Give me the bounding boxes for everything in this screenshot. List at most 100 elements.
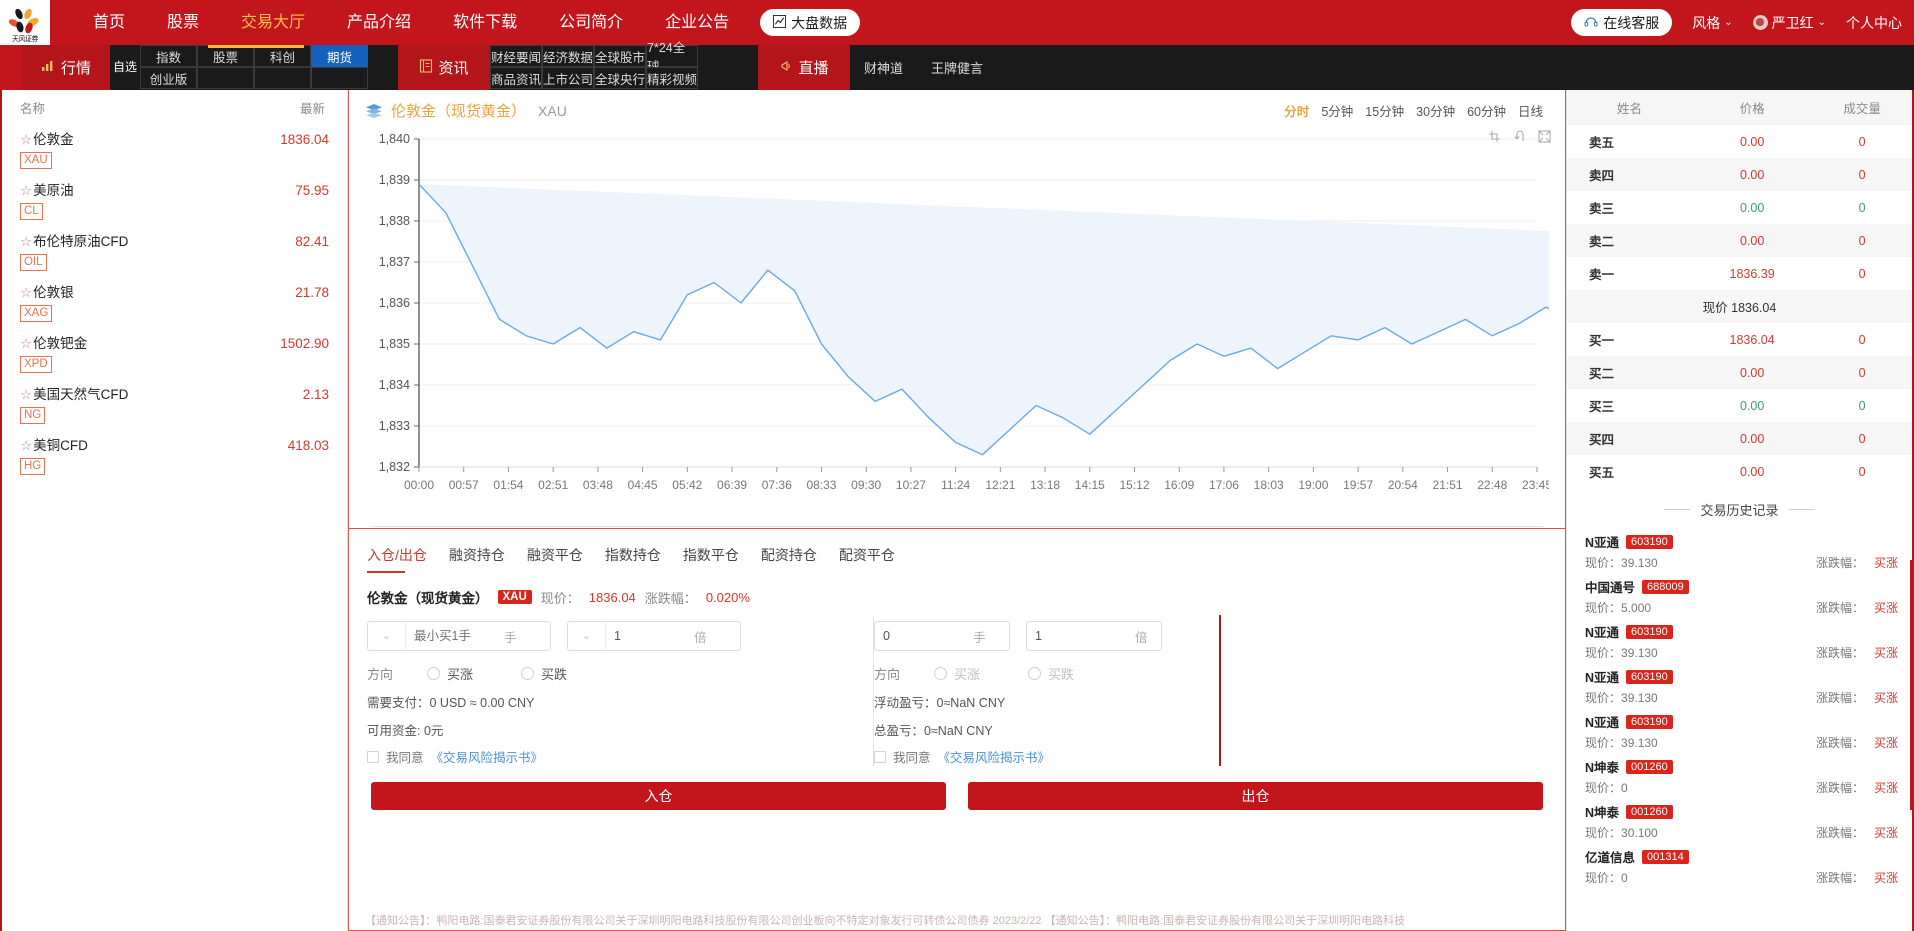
history-buy-button[interactable]: 买涨 <box>1874 779 1898 796</box>
list-item[interactable]: 亿道信息001314 现价：0涨跌幅：买涨 <box>1567 844 1912 889</box>
entry-radio-short[interactable]: 买跌 <box>521 664 567 683</box>
interval-60min[interactable]: 60分钟 <box>1467 101 1506 120</box>
star-icon[interactable]: ☆ <box>20 336 32 351</box>
table-row[interactable]: 卖四 0.00 0 <box>1567 158 1912 191</box>
chart-canvas[interactable]: 1,8401,8391,8381,8371,8361,8351,8341,833… <box>349 121 1565 518</box>
tab-alloc-close[interactable]: 配资平仓 <box>839 539 917 575</box>
checkbox-icon[interactable] <box>874 751 886 763</box>
style-selector[interactable]: 风格 ⌄ <box>1692 13 1732 33</box>
nav-item-products[interactable]: 产品介绍 <box>326 0 432 45</box>
list-item[interactable]: N坤泰001260 现价：30.100涨跌幅：买涨 <box>1567 799 1912 844</box>
user-menu[interactable]: 严卫红 ⌄ <box>1753 13 1826 33</box>
entry-leverage-input[interactable] <box>606 622 694 650</box>
news-tab-listed-companies[interactable]: 上市公司 <box>542 67 594 89</box>
table-row[interactable]: 买三 0.00 0 <box>1567 389 1912 422</box>
history-buy-button[interactable]: 买涨 <box>1874 644 1898 661</box>
tab-in-out[interactable]: 入仓/出仓 <box>367 539 449 575</box>
live-tab[interactable]: 直播 <box>758 45 850 90</box>
news-tab-videos[interactable]: 精彩视频 <box>646 67 698 89</box>
news-tab-7x24[interactable]: 7*24全球 <box>646 45 698 67</box>
online-service-button[interactable]: 在线客服 <box>1571 9 1672 36</box>
list-item[interactable]: N亚通603190 现价：39.130涨跌幅：买涨 <box>1567 709 1912 754</box>
list-item[interactable]: N亚通603190 现价：39.130涨跌幅：买涨 <box>1567 664 1912 709</box>
table-row[interactable]: 卖三 0.00 0 <box>1567 191 1912 224</box>
watchlist-tab[interactable]: 自选 <box>110 45 140 90</box>
table-row[interactable]: 卖一 1836.39 0 <box>1567 257 1912 290</box>
star-icon[interactable]: ☆ <box>20 132 32 147</box>
star-icon[interactable]: ☆ <box>20 438 32 453</box>
table-row[interactable]: 卖二 0.00 0 <box>1567 224 1912 257</box>
list-item[interactable]: N亚通603190 现价：39.130涨跌幅：买涨 <box>1567 619 1912 664</box>
list-item[interactable]: N亚通603190 现价：39.130涨跌幅：买涨 <box>1567 529 1912 574</box>
tab-index-position[interactable]: 指数持仓 <box>605 539 683 575</box>
tab-margin-close[interactable]: 融资平仓 <box>527 539 605 575</box>
watchlist-row[interactable]: ☆美原油 75.95 CL <box>2 173 347 224</box>
nav-item-trading-hall[interactable]: 交易大厅 <box>220 0 326 45</box>
table-row[interactable]: 买一 1836.04 0 <box>1567 323 1912 356</box>
news-tab-economy[interactable]: 经济数据 <box>542 45 594 67</box>
news-tab[interactable]: 资讯 <box>398 45 490 90</box>
table-row[interactable]: 买二 0.00 0 <box>1567 356 1912 389</box>
tab-alloc-position[interactable]: 配资持仓 <box>761 539 839 575</box>
interval-5min[interactable]: 5分钟 <box>1321 101 1353 120</box>
exit-leverage-input[interactable] <box>1027 622 1135 650</box>
exit-radio-short[interactable]: 买跌 <box>1028 664 1074 683</box>
chevron-down-icon[interactable]: ⌄ <box>568 622 606 650</box>
tab-index-close[interactable]: 指数平仓 <box>683 539 761 575</box>
star-icon[interactable]: ☆ <box>20 234 32 249</box>
watchlist-row[interactable]: ☆伦敦钯金 1502.90 XPD <box>2 326 347 377</box>
interval-daily[interactable]: 日线 <box>1518 101 1543 120</box>
star-icon[interactable]: ☆ <box>20 285 32 300</box>
watchlist-row[interactable]: ☆美铜CFD 418.03 HG <box>2 428 347 479</box>
market-tab-chinext[interactable]: 创业版 <box>140 67 197 89</box>
interval-15min[interactable]: 15分钟 <box>1365 101 1404 120</box>
exit-qty-input[interactable] <box>875 622 973 650</box>
watchlist-row[interactable]: ☆伦敦银 21.78 XAG <box>2 275 347 326</box>
star-icon[interactable]: ☆ <box>20 183 32 198</box>
interval-fenshi[interactable]: 分时 <box>1284 101 1309 120</box>
submit-entry-button[interactable]: 入仓 <box>371 782 946 810</box>
market-tab-star[interactable]: 科创 <box>254 45 311 67</box>
news-tab-finance[interactable]: 财经要闻 <box>490 45 542 67</box>
history-buy-button[interactable]: 买涨 <box>1874 554 1898 571</box>
entry-radio-long[interactable]: 买涨 <box>427 664 473 683</box>
exit-agree-link[interactable]: 《交易风险揭示书》 <box>938 747 1051 766</box>
market-tab-futures[interactable]: 期货 <box>311 45 368 67</box>
history-buy-button[interactable]: 买涨 <box>1874 599 1898 616</box>
quotes-tab[interactable]: 行情 <box>22 45 110 90</box>
entry-qty-input[interactable] <box>406 622 504 650</box>
history-buy-button[interactable]: 买涨 <box>1874 689 1898 706</box>
nav-item-downloads[interactable]: 软件下载 <box>432 0 538 45</box>
history-buy-button[interactable]: 买涨 <box>1874 824 1898 841</box>
history-buy-button[interactable]: 买涨 <box>1874 869 1898 886</box>
nav-item-about[interactable]: 公司简介 <box>538 0 644 45</box>
scrollbar-track[interactable] <box>1910 560 1914 810</box>
exit-radio-long[interactable]: 买涨 <box>934 664 980 683</box>
watchlist-row[interactable]: ☆伦敦金 1836.04 XAU <box>2 122 347 173</box>
personal-center-link[interactable]: 个人中心 <box>1846 13 1902 33</box>
nav-item-home[interactable]: 首页 <box>72 0 146 45</box>
tab-margin-position[interactable]: 融资持仓 <box>449 539 527 575</box>
extra-tab-wangpaijianyan[interactable]: 王牌健言 <box>917 45 997 90</box>
crop-icon[interactable] <box>1488 130 1501 146</box>
watchlist-row[interactable]: ☆布伦特原油CFD 82.41 OIL <box>2 224 347 275</box>
list-item[interactable]: 中国通号688009 现价：5.000涨跌幅：买涨 <box>1567 574 1912 619</box>
watchlist-row[interactable]: ☆美国天然气CFD 2.13 NG <box>2 377 347 428</box>
brand-logo[interactable]: 天风证券 TF SECURITIES <box>0 0 50 45</box>
table-row[interactable]: 买四 0.00 0 <box>1567 422 1912 455</box>
news-tab-commodities[interactable]: 商品资讯 <box>490 67 542 89</box>
list-item[interactable]: N坤泰001260 现价：0涨跌幅：买涨 <box>1567 754 1912 799</box>
exit-agreement[interactable]: 我同意 《交易风险揭示书》 <box>874 747 1219 766</box>
chevron-down-icon[interactable]: ⌄ <box>368 622 406 650</box>
star-icon[interactable]: ☆ <box>20 387 32 402</box>
entry-agree-link[interactable]: 《交易风险揭示书》 <box>431 747 544 766</box>
table-row[interactable]: 卖五 0.00 0 <box>1567 125 1912 158</box>
interval-30min[interactable]: 30分钟 <box>1416 101 1455 120</box>
market-data-button[interactable]: 大盘数据 <box>760 9 860 36</box>
undo-icon[interactable] <box>1513 130 1526 146</box>
news-tab-central-banks[interactable]: 全球央行 <box>594 67 646 89</box>
market-tab-index[interactable]: 指数 <box>140 45 197 67</box>
submit-exit-button[interactable]: 出仓 <box>968 782 1543 810</box>
market-tab-stock[interactable]: 股票 <box>197 45 254 67</box>
history-buy-button[interactable]: 买涨 <box>1874 734 1898 751</box>
